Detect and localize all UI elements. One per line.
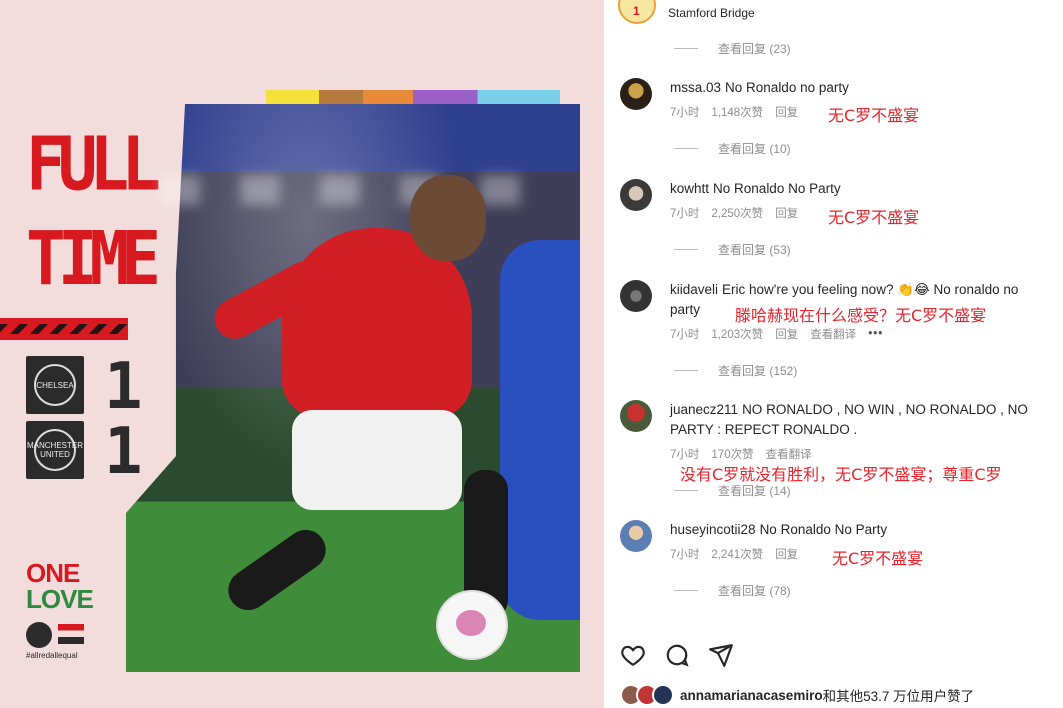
more-options-icon[interactable]: ••• [868, 328, 883, 340]
player-shorts [292, 410, 462, 510]
avatar[interactable] [620, 520, 652, 552]
comment-text: huseyincotii28 No Ronaldo No Party [670, 522, 888, 537]
comment-meta: 7小时 170次赞 查看翻译 [670, 446, 812, 462]
reply-button[interactable]: 回复 [775, 205, 798, 221]
comment-meta: 7小时 2,241次赞 回复 [670, 546, 798, 562]
chelsea-crest-icon: CHELSEA [26, 356, 84, 414]
translation-annotation: 滕哈赫现在什么感受？无C罗不盛宴 [735, 306, 987, 325]
color-strip [266, 90, 560, 104]
view-replies-button[interactable]: 查看回复 (78) [674, 582, 791, 599]
likes-count[interactable]: 1,203次赞 [711, 326, 763, 342]
translation-annotation: 无C罗不盛宴 [832, 549, 924, 568]
action-bar [620, 642, 734, 673]
translation-annotation: 无C罗不盛宴 [828, 106, 920, 125]
location-link[interactable]: Stamford Bridge [668, 6, 755, 20]
view-replies-button[interactable]: 查看回复 (14) [674, 482, 791, 499]
comment-icon[interactable] [664, 642, 690, 673]
comment-meta: 7小时 1,148次赞 回复 [670, 104, 798, 120]
football [436, 590, 508, 660]
view-replies-button[interactable]: 查看回复 (152) [674, 362, 797, 379]
avatar[interactable] [620, 78, 652, 110]
comments-panel: Stamford Bridge 查看回复 (23) mssa.03No Rona… [604, 0, 1063, 708]
flag-icon [58, 624, 84, 644]
reply-dash [674, 48, 698, 49]
comment-username[interactable]: huseyincotii28 [670, 522, 756, 537]
avatar[interactable] [620, 400, 652, 432]
liked-by-rest: 和其他53.7 万位用户赞了 [822, 689, 975, 704]
comment-meta: 7小时 1,203次赞 回复 查看翻译 ••• [670, 326, 884, 342]
one-love-logo: ONE LOVE [26, 558, 94, 614]
home-score: 1 [104, 350, 143, 424]
see-translation-button[interactable]: 查看翻译 [810, 326, 856, 342]
comment-text: kowhtt No Ronaldo No Party [670, 181, 841, 196]
comment-username[interactable]: juanecz211 [670, 402, 738, 417]
comment-username[interactable]: kowhtt [670, 181, 709, 196]
away-score: 1 [104, 415, 143, 489]
post-image[interactable]: FULL TIME CHELSEA 1 MANCHESTER UNITED 1 … [0, 0, 604, 708]
avatar[interactable] [620, 179, 652, 211]
account-avatar[interactable] [618, 0, 656, 24]
view-replies-button[interactable]: 查看回复 (53) [674, 241, 791, 258]
home-score-row: CHELSEA 1 [26, 350, 143, 424]
likes-count[interactable]: 170次赞 [711, 446, 753, 462]
reply-button[interactable]: 回复 [775, 104, 798, 120]
full-time-headline: FULL TIME [26, 121, 161, 302]
comment-text: mssa.03 No Ronaldo no party [670, 80, 849, 95]
likes-count[interactable]: 2,241次赞 [711, 546, 763, 562]
view-replies-button[interactable]: 查看回复 (23) [674, 40, 791, 57]
likes-count[interactable]: 1,148次赞 [711, 104, 763, 120]
see-translation-button[interactable]: 查看翻译 [766, 446, 812, 462]
comment-meta: 7小时 2,250次赞 回复 [670, 205, 798, 221]
club-badge-icon [26, 622, 52, 648]
reply-button[interactable]: 回复 [775, 546, 798, 562]
liked-by-user[interactable]: annamarianacasemiro [680, 688, 823, 703]
avatar[interactable] [620, 280, 652, 312]
liker-avatars [620, 684, 676, 706]
stadium-lights [160, 175, 560, 205]
reply-button[interactable]: 回复 [775, 326, 798, 342]
heart-icon[interactable] [620, 642, 646, 673]
comment-username[interactable]: mssa.03 [670, 80, 721, 95]
translation-annotation: 无C罗不盛宴 [828, 208, 920, 227]
hashtag-text: #allredallequal [26, 651, 78, 660]
comment-username[interactable]: kiidaveli [670, 282, 718, 297]
view-replies-button[interactable]: 查看回复 (10) [674, 140, 791, 157]
away-score-row: MANCHESTER UNITED 1 [26, 415, 143, 489]
likes-summary[interactable]: annamarianacasemiro 和其他53.7 万位用户赞了 [620, 684, 974, 706]
man-utd-crest-icon: MANCHESTER UNITED [26, 421, 84, 479]
player-head [410, 175, 486, 261]
opponent-player [500, 240, 580, 620]
comment-text: juanecz211 NO RONALDO , NO WIN , NO RONAL… [670, 402, 1028, 437]
likes-count[interactable]: 2,250次赞 [711, 205, 763, 221]
share-icon[interactable] [708, 642, 734, 673]
decorative-ribbon [0, 318, 128, 340]
